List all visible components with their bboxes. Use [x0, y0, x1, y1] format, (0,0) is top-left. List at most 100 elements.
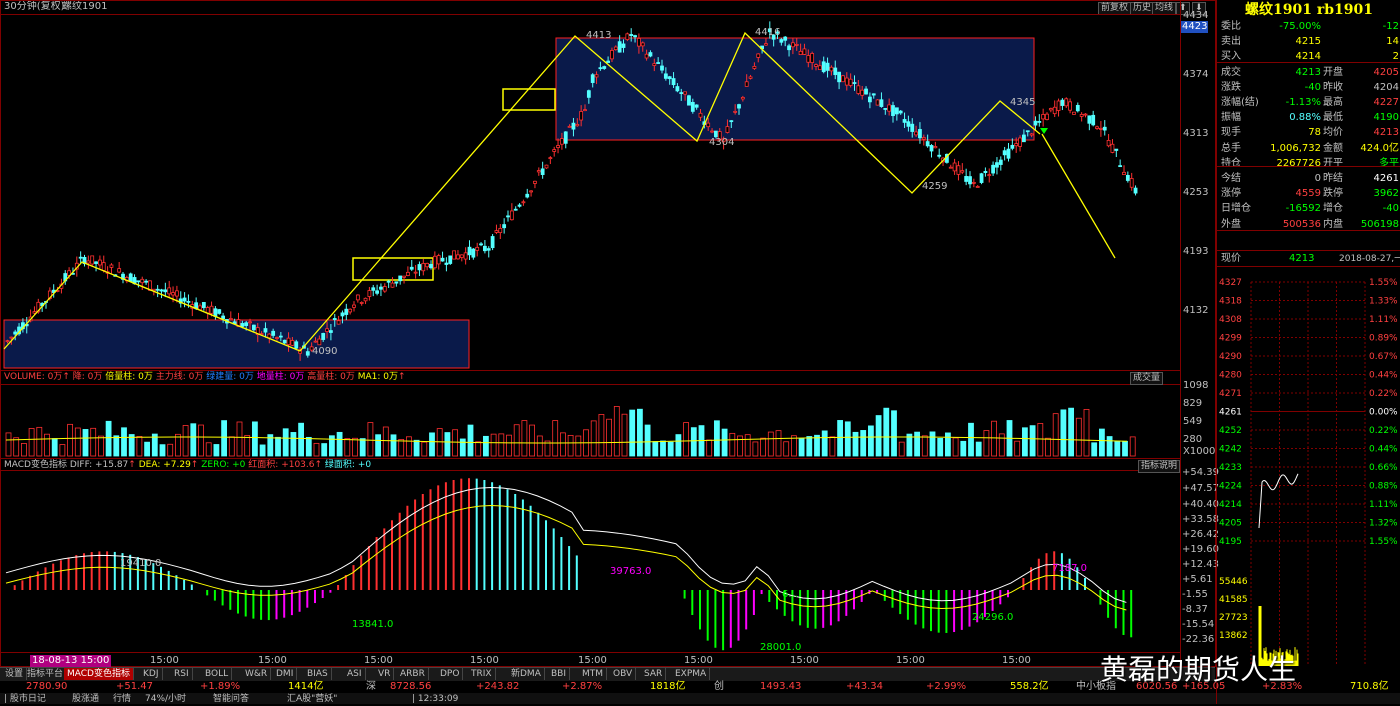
news-item[interactable]: | 12:33:09 — [412, 693, 458, 705]
time-mark: 15:00 — [684, 655, 713, 666]
intraday-mini-chart[interactable]: 4327 1.55% 4318 1.33% 4308 1.11% 4299 0.89% 4290… — [1217, 266, 1400, 706]
indicator-tab-bar: 设置 指标平台 MACD变色指标 KDJ RSI BOLL W&R DMI BIAS ASI VR A… — [0, 667, 1215, 681]
candle-body — [429, 263, 433, 269]
candle-body — [1041, 114, 1046, 120]
candle-body — [806, 55, 811, 63]
quote-row: 卖出 4215 14 — [1217, 35, 1400, 49]
mini-pct-tick: 0.00% — [1369, 408, 1398, 418]
macd-area-label: 28001.0 — [760, 642, 802, 653]
candle-body — [533, 180, 537, 184]
tab-5[interactable]: BOLL — [202, 668, 233, 680]
tab-1[interactable]: 指标平台 — [24, 668, 68, 680]
candle-body — [467, 246, 472, 256]
tab-7[interactable]: DMI — [273, 668, 298, 680]
volume-bar — [521, 420, 528, 457]
tab-16[interactable]: MTM — [579, 668, 608, 680]
mini-price-tick: 4233 — [1219, 463, 1242, 473]
time-cursor-date: 18-08-13 15:00 — [30, 655, 112, 667]
candle-body — [1083, 113, 1088, 116]
tab-11[interactable]: ARBR — [397, 668, 429, 680]
candle-body — [86, 260, 91, 264]
candle-body — [548, 157, 553, 160]
candle-body — [663, 73, 668, 79]
quote-label: 金额 — [1323, 142, 1343, 154]
news-item[interactable]: | 股市日记 — [4, 693, 46, 705]
candle-body — [667, 76, 672, 80]
candle-body — [159, 289, 164, 292]
candle-body — [579, 111, 584, 121]
quote-label: 委比 — [1221, 21, 1241, 32]
volume-bar — [675, 434, 682, 457]
candle-body — [852, 82, 857, 84]
volume-bar — [560, 432, 566, 457]
tab-2[interactable]: MACD变色指标 — [64, 668, 134, 680]
candle-body — [490, 236, 495, 249]
news-item[interactable]: 行情 — [113, 693, 131, 705]
candle-body — [633, 35, 637, 38]
time-mark: 15:00 — [364, 655, 393, 666]
volume-bar — [937, 438, 944, 457]
candle-body — [456, 254, 460, 260]
volume-bar — [236, 421, 243, 457]
mini-vol-tick: 27723 — [1219, 613, 1248, 623]
tab-4[interactable]: RSI — [171, 668, 193, 680]
candle-body — [448, 255, 453, 264]
candle-body — [1079, 114, 1084, 117]
tab-15[interactable]: BBI — [548, 668, 571, 680]
candle-body — [860, 89, 865, 96]
macd-h: ↑ — [128, 460, 136, 470]
candle-body — [952, 162, 957, 172]
tab-8[interactable]: BIAS — [304, 668, 332, 680]
candle-body — [648, 52, 653, 57]
volume-button[interactable]: 成交量 — [1130, 372, 1164, 385]
tab-10[interactable]: VR — [375, 668, 395, 680]
status-item: +43.34 — [846, 681, 884, 692]
tab-12[interactable]: DPO — [437, 668, 464, 680]
tab-6[interactable]: W&R — [242, 668, 272, 680]
volume-bar — [13, 437, 20, 457]
now-date: 2018-08-27,一 — [1339, 254, 1400, 264]
volume-bar — [721, 428, 728, 457]
status-item: 创 — [714, 681, 724, 692]
tab-13[interactable]: TRIX — [468, 668, 496, 680]
candle-body — [598, 67, 603, 70]
tab-18[interactable]: SAR — [641, 668, 667, 680]
volume-bar — [228, 436, 235, 457]
candle-body — [552, 149, 557, 152]
candle-body — [987, 174, 992, 177]
tab-19[interactable]: EXPMA — [672, 668, 711, 680]
tab-9[interactable]: ASI — [344, 668, 366, 680]
tab-3[interactable]: KDJ — [140, 668, 163, 680]
candle-body — [733, 110, 738, 113]
tab-14[interactable]: 新DMA — [508, 668, 545, 680]
candle-body — [671, 78, 676, 86]
candle-body — [278, 335, 283, 338]
news-item[interactable]: 汇A股"营妖" — [287, 693, 337, 705]
vol-tick: 829 — [1183, 398, 1203, 409]
mini-pct-tick: 0.22% — [1369, 389, 1398, 399]
candle-body — [814, 64, 818, 67]
price-tick: 4132 — [1183, 305, 1209, 316]
candle-body — [1029, 133, 1034, 136]
news-item[interactable]: 74%/小时 — [145, 693, 186, 705]
indicator-help-button[interactable]: 指标说明 — [1138, 460, 1181, 473]
mini-pct-tick: 0.88% — [1369, 482, 1398, 492]
macd-area-label: 13841.0 — [352, 619, 394, 630]
news-item[interactable]: 股涨通 — [72, 693, 99, 705]
volume-bar — [313, 442, 320, 457]
news-item[interactable]: 智能问答 — [213, 693, 249, 705]
quote-label: 涨幅(结) — [1221, 97, 1259, 108]
quote-row: 今结 0 昨结 4261 — [1217, 172, 1400, 186]
candle-body — [1045, 113, 1049, 120]
quote-label: 现手 — [1221, 127, 1241, 139]
candle-body — [544, 164, 549, 169]
candle-body — [432, 255, 437, 269]
volume-bar — [221, 420, 228, 457]
candle-body — [729, 120, 734, 123]
volume-bar — [298, 422, 305, 457]
quote-row: 现手 78 均价 4213 — [1217, 126, 1400, 140]
time-mark: 15:00 — [896, 655, 925, 666]
quote-label: 总手 — [1221, 142, 1241, 154]
tab-17[interactable]: OBV — [610, 668, 637, 680]
candle-body — [887, 104, 892, 112]
